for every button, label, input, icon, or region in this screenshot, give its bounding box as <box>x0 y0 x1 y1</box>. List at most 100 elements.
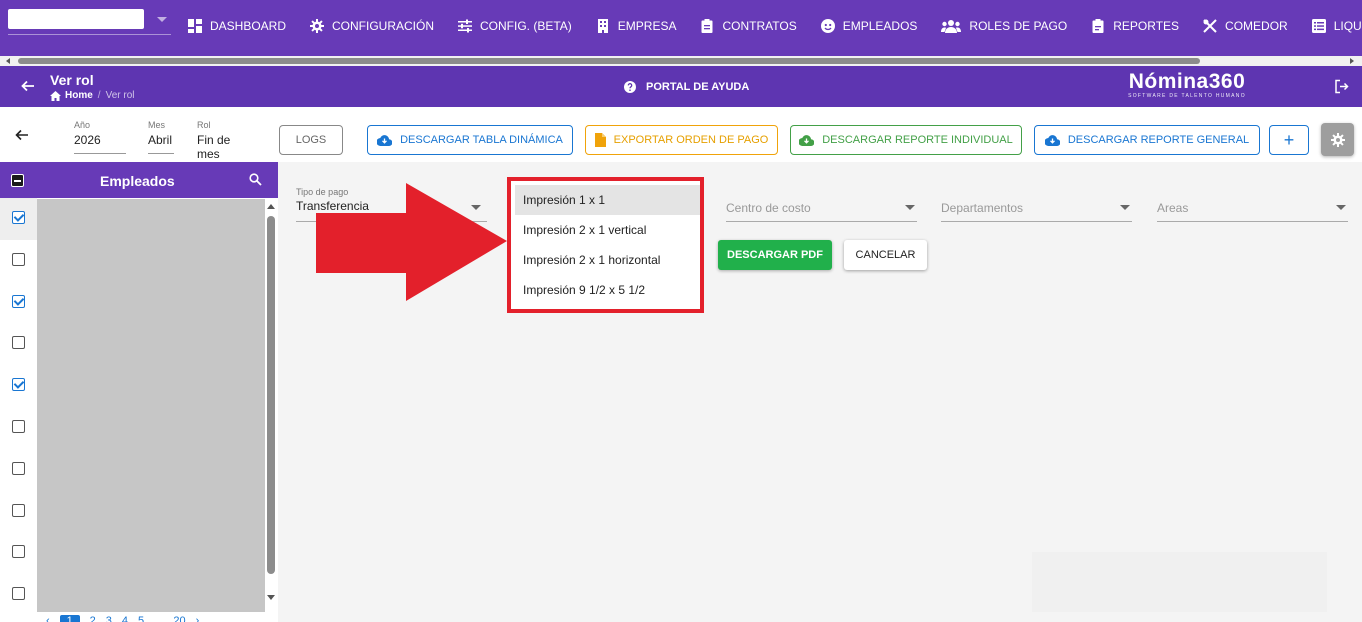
nav-item-configuracion[interactable]: CONFIGURACIÓN <box>310 19 434 33</box>
logs-button[interactable]: LOGS <box>279 125 343 155</box>
employee-row-checkbox[interactable] <box>0 532 37 574</box>
nav-item-label: COMEDOR <box>1225 19 1288 33</box>
company-select[interactable] <box>8 9 144 29</box>
page-link[interactable]: 20 <box>173 615 185 622</box>
print-format-dropdown: Impresión 1 x 1 Impresión 2 x 1 vertical I… <box>507 177 704 313</box>
checkbox-checked[interactable] <box>12 211 25 224</box>
utensils-icon <box>1203 19 1217 33</box>
departments-select[interactable]: Departamentos <box>941 197 1132 222</box>
nav-item-config-beta[interactable]: CONFIG. (BETA) <box>458 19 572 33</box>
employee-row-checkbox[interactable] <box>0 282 37 324</box>
employee-row-checkbox[interactable] <box>0 407 37 449</box>
checkbox-checked[interactable] <box>12 378 25 392</box>
checkbox-checked[interactable] <box>12 294 25 308</box>
arrow-left-icon[interactable] <box>14 127 30 143</box>
select-all-checkbox[interactable] <box>11 174 24 187</box>
checkbox-unchecked[interactable] <box>12 503 25 517</box>
nav-item-contratos[interactable]: CONTRATOS <box>700 19 797 33</box>
page-link[interactable]: 3 <box>106 615 112 622</box>
employee-row-checkbox[interactable] <box>0 449 37 491</box>
export-payment-order-button[interactable]: EXPORTAR ORDEN DE PAGO <box>585 125 778 155</box>
checkbox-unchecked[interactable] <box>12 419 25 433</box>
employee-list[interactable] <box>37 199 265 612</box>
nav-item-label: CONFIGURACIÓN <box>332 19 435 33</box>
horizontal-scrollbar[interactable] <box>0 56 1362 66</box>
cost-center-placeholder: Centro de costo <box>726 201 811 215</box>
cloud-download-icon <box>799 134 815 146</box>
employee-row-checkbox[interactable] <box>0 323 37 365</box>
scroll-down-icon[interactable] <box>267 595 275 600</box>
checkbox-unchecked[interactable] <box>12 461 25 475</box>
checkbox-unchecked[interactable] <box>12 545 25 559</box>
nav-item-dashboard[interactable]: DASHBOARD <box>188 19 286 33</box>
employee-row-checkbox[interactable] <box>0 574 37 616</box>
cancel-label: CANCELAR <box>855 249 916 261</box>
page-link[interactable]: ‹ <box>46 615 50 622</box>
nav-item-empresa[interactable]: EMPRESA <box>596 19 676 33</box>
scroll-right-icon[interactable] <box>1350 58 1354 64</box>
breadcrumb-home[interactable]: Home <box>65 90 93 101</box>
chevron-down-icon[interactable] <box>157 17 167 22</box>
file-icon <box>594 133 606 147</box>
arrow-left-icon[interactable] <box>20 78 36 94</box>
nav-item-liquidaciones[interactable]: LIQUIDACIONES <box>1311 19 1362 33</box>
cancel-button[interactable]: CANCELAR <box>844 240 927 270</box>
print-format-option[interactable]: Impresión 9 1/2 x 5 1/2 <box>515 275 700 305</box>
page-header: Ver rol Home / Ver rol PORTAL DE AYUDA N… <box>0 66 1362 107</box>
building-icon <box>597 19 608 33</box>
nav-item-comedor[interactable]: COMEDOR <box>1203 19 1288 33</box>
page-link[interactable]: 5 <box>138 615 144 622</box>
page-link[interactable]: 2 <box>90 615 96 622</box>
scrollbar-thumb[interactable] <box>18 58 1200 64</box>
nav-item-label: CONTRATOS <box>722 19 797 33</box>
nav-menu: DASHBOARD CONFIGURACIÓN CONFIG. (BETA) E… <box>188 19 1362 33</box>
nav-item-label: LIQUIDACIONES <box>1333 19 1362 33</box>
employee-row-checkbox[interactable] <box>0 240 37 282</box>
departments-placeholder: Departamentos <box>941 201 1024 215</box>
print-format-option[interactable]: Impresión 2 x 1 horizontal <box>515 245 700 275</box>
page-link[interactable]: ... <box>154 615 163 622</box>
face-icon <box>820 19 835 33</box>
nav-item-empleados[interactable]: EMPLEADOS <box>820 19 917 33</box>
scroll-up-icon[interactable] <box>267 204 275 209</box>
print-format-option[interactable]: Impresión 2 x 1 vertical <box>515 215 700 245</box>
sidebar-scrollbar[interactable] <box>265 202 278 604</box>
search-icon[interactable] <box>249 173 262 186</box>
checkbox-unchecked[interactable] <box>12 252 25 266</box>
nav-item-label: DASHBOARD <box>210 19 287 33</box>
page-link[interactable]: 1 <box>59 615 80 622</box>
page-link[interactable]: › <box>196 615 200 622</box>
areas-select[interactable]: Areas <box>1157 197 1348 222</box>
page-link[interactable]: 4 <box>122 615 128 622</box>
download-pdf-button[interactable]: DESCARGAR PDF <box>718 240 832 270</box>
employee-row-checkbox[interactable] <box>0 491 37 533</box>
checkbox-unchecked[interactable] <box>12 336 25 350</box>
scrollbar-thumb[interactable] <box>267 216 275 574</box>
print-format-option[interactable]: Impresión 1 x 1 <box>515 185 700 215</box>
nav-item-label: REPORTES <box>1113 19 1180 33</box>
nav-item-roles-de-pago[interactable]: ROLES DE PAGO <box>941 19 1067 33</box>
employee-row-checkbox[interactable] <box>0 365 37 407</box>
download-individual-report-button[interactable]: DESCARGAR REPORTE INDIVIDUAL <box>790 125 1022 155</box>
sliders-icon <box>458 19 473 33</box>
rol-field[interactable]: Rol Fin de mes <box>197 120 256 168</box>
areas-placeholder: Areas <box>1157 201 1189 215</box>
employee-row-checkbox[interactable] <box>0 198 37 240</box>
nav-item-reportes[interactable]: REPORTES <box>1091 19 1179 33</box>
checkbox-unchecked[interactable] <box>12 587 25 601</box>
faded-panel <box>1032 552 1327 612</box>
download-general-report-button[interactable]: DESCARGAR REPORTE GENERAL <box>1034 125 1260 155</box>
scroll-left-icon[interactable] <box>6 58 10 64</box>
download-pivot-table-button[interactable]: DESCARGAR TABLA DINÁMICA <box>367 125 573 155</box>
settings-button[interactable] <box>1321 123 1354 156</box>
add-button[interactable]: + <box>1269 125 1309 155</box>
help-icon <box>624 81 636 93</box>
brand-tagline: SOFTWARE DE TALENTO HUMANO <box>1128 93 1246 99</box>
logout-icon[interactable] <box>1334 79 1349 94</box>
home-icon[interactable] <box>50 90 61 101</box>
download-pivot-table-label: DESCARGAR TABLA DINÁMICA <box>400 134 563 146</box>
help-portal-link[interactable]: PORTAL DE AYUDA <box>624 81 749 93</box>
cost-center-select[interactable]: Centro de costo <box>726 197 917 222</box>
year-field[interactable]: Año 2026 <box>74 120 126 154</box>
month-field[interactable]: Mes Abril <box>148 120 174 154</box>
